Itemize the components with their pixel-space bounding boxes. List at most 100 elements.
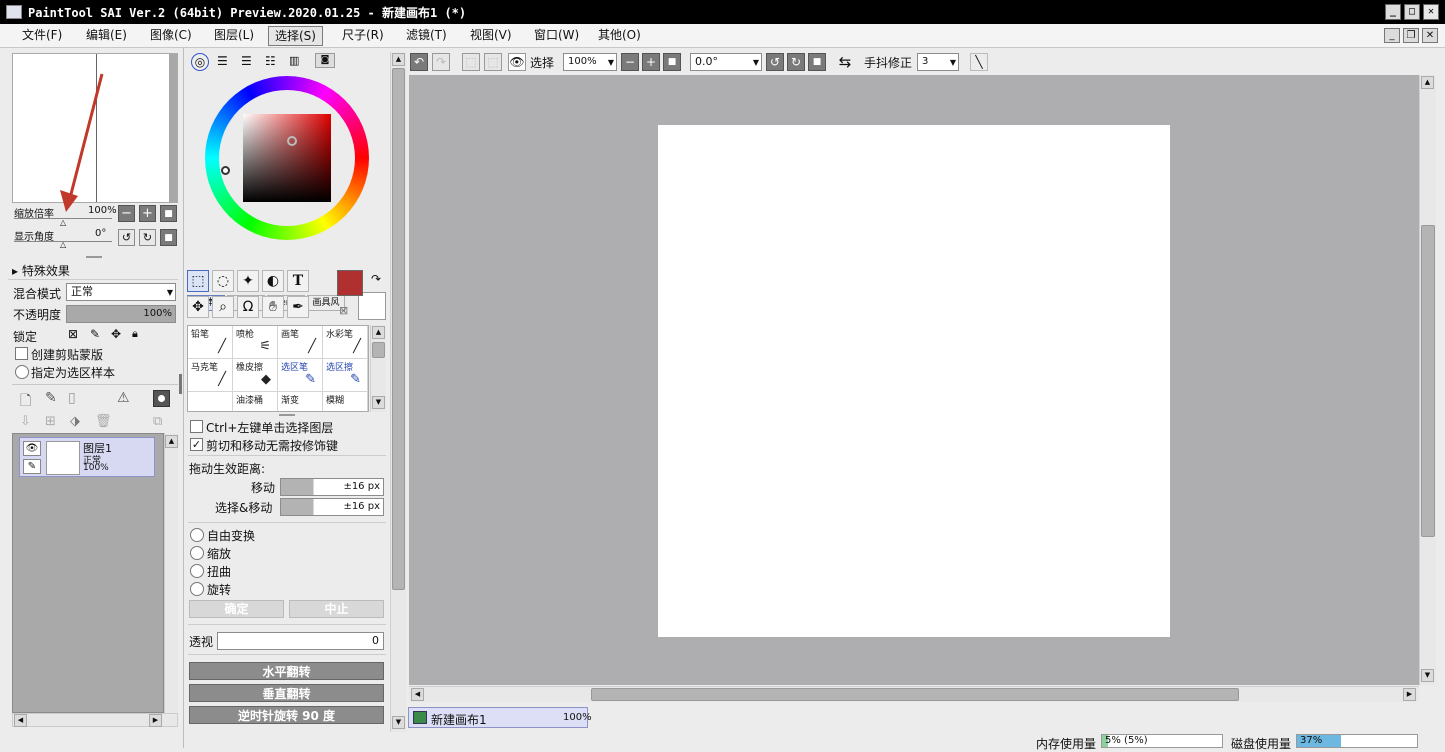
layer-pen-icon[interactable]: ✎ [23, 459, 41, 474]
move-tool-icon[interactable]: ✥ [187, 296, 209, 318]
lock-paint-icon[interactable]: ✎ [90, 327, 100, 341]
panel-splitter[interactable] [279, 414, 295, 416]
panel-resize-handle[interactable] [179, 374, 182, 394]
brush-scrollbar[interactable]: ▲ ▼ [370, 325, 386, 412]
menu-select[interactable]: 选择(S) [268, 26, 323, 46]
distort-radio[interactable] [190, 564, 204, 578]
rotate-ccw-icon[interactable]: ↺ [118, 229, 135, 246]
straight-line-icon[interactable]: ╲ [970, 53, 988, 71]
transparent-color-icon[interactable]: ⊠ [339, 304, 348, 317]
brush-airbrush[interactable]: 喷枪 ⚟ [233, 326, 278, 359]
scroll-right-icon[interactable]: ▶ [1403, 688, 1416, 701]
tool-panel-scrollbar[interactable]: ▲ ▼ [390, 52, 406, 732]
swap-colors-icon[interactable]: ↷ [371, 272, 381, 286]
rgb-slider-tab-icon[interactable]: ☰ [217, 54, 228, 68]
toolbar-zoom-out-button[interactable]: − [621, 53, 639, 71]
brush-blur[interactable]: 模糊 [323, 392, 368, 411]
scroll-left-icon[interactable]: ◀ [14, 714, 27, 727]
color-picker-handle[interactable] [287, 136, 297, 146]
deselect-icon[interactable]: ⬚ [462, 53, 480, 71]
eyedropper-tool-icon[interactable]: ✒ [287, 296, 309, 318]
brush-pencil[interactable]: 铅笔 ╱ [188, 326, 233, 359]
menu-layer[interactable]: 图层(L) [208, 26, 260, 46]
brush-select-pen[interactable]: 选区笔 ✎ [278, 359, 323, 392]
brush-scroll-thumb[interactable] [372, 342, 385, 358]
show-selection-eye-icon[interactable]: 👁︎ [508, 53, 526, 71]
hand-tool-icon[interactable]: ✋︎ [262, 296, 284, 318]
scroll-down-icon[interactable]: ▼ [392, 716, 405, 729]
blend-mode-select[interactable]: 正常 ▼ [66, 283, 176, 301]
hue-handle[interactable] [221, 166, 230, 175]
merge-down-icon[interactable]: ⇩ [20, 414, 31, 429]
flip-view-icon[interactable]: ⇆ [836, 53, 854, 71]
undo-icon[interactable]: ↶ [410, 53, 428, 71]
menu-filter[interactable]: 滤镜(T) [400, 26, 453, 46]
brush-marker[interactable]: 马克笔 ╱ [188, 359, 233, 392]
canvas-hscroll-thumb[interactable] [591, 688, 1239, 701]
lock-move-icon[interactable]: ✥ [111, 327, 121, 341]
rotate-cw-icon[interactable]: ↻ [139, 229, 156, 246]
scroll-left-icon[interactable]: ◀ [411, 688, 424, 701]
panel-splitter[interactable] [86, 256, 102, 258]
shape-tool-icon[interactable]: ◐ [262, 270, 284, 292]
maximize-button[interactable]: □ [1404, 4, 1420, 20]
color-wheel-tab-icon[interactable]: ◎ [191, 53, 209, 71]
zoom-tool-icon[interactable]: ⌕ [212, 296, 234, 318]
minimize-button[interactable]: _ [1385, 4, 1401, 20]
flip-horizontal-button[interactable]: 水平翻转 [189, 662, 384, 680]
scroll-down-icon[interactable]: ▼ [1421, 669, 1434, 682]
scroll-right-icon[interactable]: ▶ [149, 714, 162, 727]
cancel-button[interactable]: 中止 [289, 600, 384, 618]
magic-wand-tool-icon[interactable]: ✦ [237, 270, 259, 292]
mixer-tab-icon[interactable]: ▥ [289, 54, 299, 67]
cut-move-checkbox[interactable]: ✓ [190, 438, 203, 451]
angle-reset-button[interactable]: ■ [160, 229, 177, 246]
zoom-in-button[interactable]: + [139, 205, 156, 222]
mdi-restore-button[interactable]: ❐ [1403, 28, 1419, 43]
saturation-value-square[interactable] [243, 114, 331, 202]
toolbar-zoom-select[interactable]: 100% ▼ [563, 53, 617, 71]
toolbar-rotate-ccw-icon[interactable]: ↺ [766, 53, 784, 71]
lock-transparency-icon[interactable]: ⊠ [68, 327, 78, 341]
invert-selection-icon[interactable]: ⬚ [484, 53, 502, 71]
mdi-close-button[interactable]: ✕ [1422, 28, 1438, 43]
scroll-up-icon[interactable]: ▲ [1421, 76, 1434, 89]
menu-file[interactable]: 文件(F) [16, 26, 68, 46]
menu-ruler[interactable]: 尺子(R) [336, 26, 390, 46]
layer-effect-icon[interactable]: ⚠ [117, 390, 130, 406]
mdi-minimize-button[interactable]: _ [1384, 28, 1400, 43]
close-button[interactable]: ✕ [1423, 4, 1439, 20]
canvas-vscroll-thumb[interactable] [1421, 225, 1435, 537]
rotate-ccw-90-button[interactable]: 逆时针旋转 90 度 [189, 706, 384, 724]
new-pen-layer-icon[interactable]: ✎ [45, 390, 57, 406]
scroll-down-icon[interactable]: ▼ [372, 396, 385, 409]
menu-other[interactable]: 其他(O) [592, 26, 647, 46]
effects-header[interactable]: ▸ 特殊效果 [12, 262, 70, 279]
apply-mask-icon[interactable]: ⧉ [153, 414, 162, 429]
scratchpad-tab-icon[interactable]: ◙ [315, 53, 335, 68]
lock-all-icon[interactable]: 🔒︎ [132, 327, 138, 341]
tool-panel-scroll-thumb[interactable] [392, 68, 405, 590]
brush-bucket[interactable]: 油漆桶 [233, 392, 278, 411]
rotate-radio[interactable] [190, 582, 204, 596]
brush-eraser[interactable]: 橡皮擦 ◆ [233, 359, 278, 392]
zoom-reset-button[interactable]: ■ [160, 205, 177, 222]
main-color-swatch[interactable] [337, 270, 363, 296]
opacity-slider[interactable]: 100% [66, 305, 176, 323]
menu-image[interactable]: 图像(C) [144, 26, 198, 46]
clip-mask-checkbox[interactable] [15, 347, 28, 360]
toolbar-angle-reset-button[interactable]: ■ [808, 53, 826, 71]
perspective-input[interactable]: 0 [217, 632, 384, 650]
rect-select-tool-icon[interactable]: ⬚ [187, 270, 209, 292]
delete-layer-icon[interactable]: 🗑︎ [95, 414, 112, 429]
scale-radio[interactable] [190, 546, 204, 560]
layer-list-hscroll[interactable]: ◀ ▶ [12, 713, 178, 727]
layer-row[interactable]: 👁︎ ✎ 图层1 正常 100% [19, 437, 155, 477]
clear-layer-icon[interactable]: ⬗ [70, 414, 80, 429]
mask-icon[interactable] [153, 390, 170, 407]
menu-edit[interactable]: 编辑(E) [80, 26, 133, 46]
layer-list-scrollbar[interactable]: ▲ [164, 433, 178, 713]
brush-watercolor[interactable]: 水彩笔 ╱ [323, 326, 368, 359]
duplicate-layer-icon[interactable]: ⊞ [45, 414, 56, 429]
brush-brush[interactable]: 画笔 ╱ [278, 326, 323, 359]
